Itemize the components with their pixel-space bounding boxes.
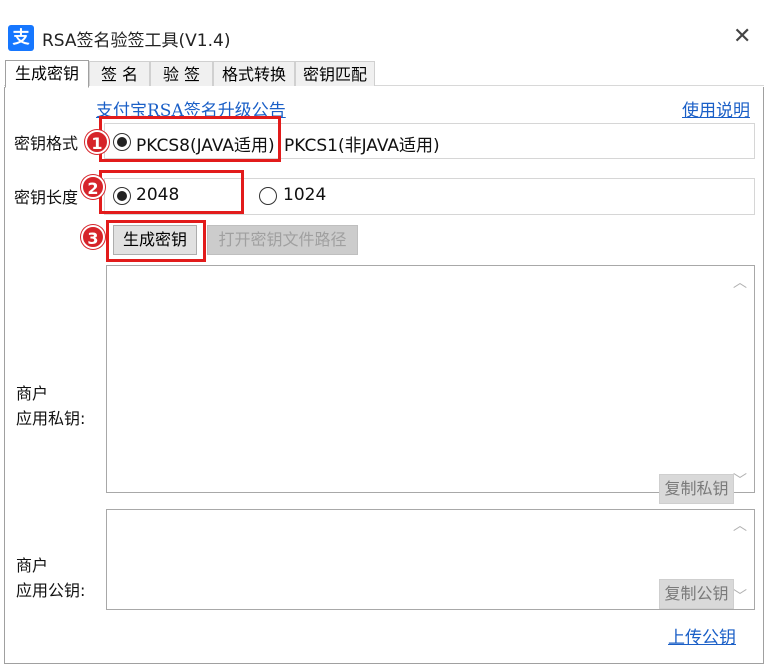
public-key-label-line2: 应用公钥: [16,581,86,600]
private-key-label-line2: 应用私钥: [16,409,86,428]
private-key-textarea[interactable] [106,265,755,493]
tab-verify[interactable]: 验 签 [150,61,213,86]
key-format-label: 密钥格式 [14,134,79,153]
tab-generate-key[interactable]: 生成密钥 [5,60,89,88]
step-marker-2: 2 [81,175,105,199]
step-marker-3: 3 [81,225,105,249]
tab-key-match[interactable]: 密钥匹配 [295,61,375,86]
public-key-textarea[interactable] [106,509,755,610]
copy-public-key-button[interactable]: 复制公钥 [659,579,734,609]
length-1024-label[interactable]: 1024 [283,185,326,205]
public-scroll-down-icon[interactable]: ﹀ [733,586,747,606]
key-length-label: 密钥长度 [14,188,79,207]
private-scroll-up-icon[interactable]: ︿ [733,272,747,292]
copy-private-key-button[interactable]: 复制私钥 [659,474,734,504]
pkcs1-option-label[interactable]: PKCS1(非JAVA适用) [284,131,440,156]
tab-sign[interactable]: 签 名 [89,61,150,86]
open-key-path-button[interactable]: 打开密钥文件路径 [207,225,358,255]
upload-public-key-link[interactable]: 上传公钥 [668,623,736,648]
private-key-label-line1: 商户 [16,384,49,403]
public-scroll-up-icon[interactable]: ︿ [733,515,747,535]
step-marker-1: 1 [85,130,109,154]
highlight-box-3 [106,220,206,262]
close-icon[interactable]: ✕ [733,24,751,49]
tab-format-convert[interactable]: 格式转换 [213,61,295,86]
public-key-label-line1: 商户 [16,556,49,575]
window-title: RSA签名验签工具(V1.4) [42,31,231,51]
help-link[interactable]: 使用说明 [682,96,750,121]
highlight-box-2 [99,170,244,214]
highlight-box-1 [99,116,281,162]
private-scroll-down-icon[interactable]: ﹀ [733,470,747,490]
alipay-icon: 支 [8,25,34,51]
length-1024-radio[interactable] [259,187,277,205]
